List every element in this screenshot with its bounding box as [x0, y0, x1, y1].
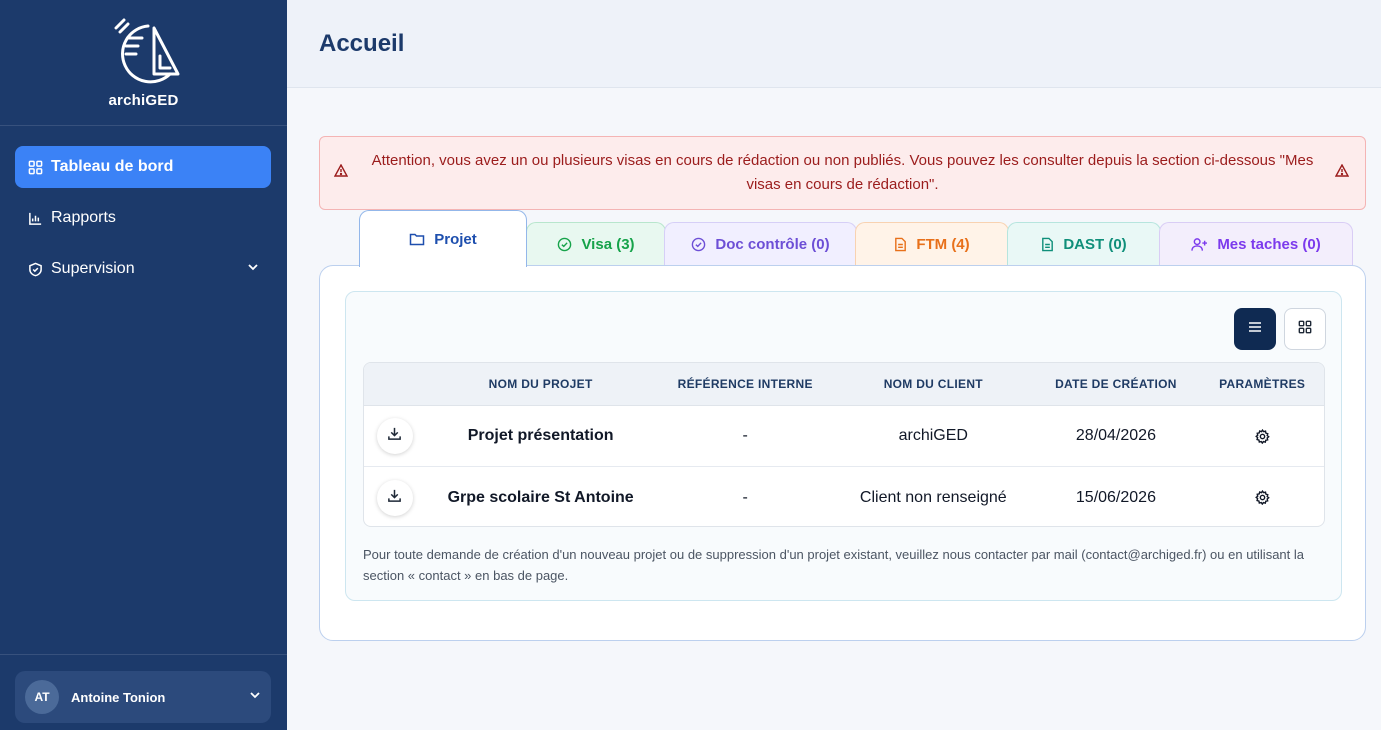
alert-message: Attention, vous avez un ou plusieurs vis…: [371, 152, 1314, 193]
header-cell: RÉFÉRENCE INTERNE: [677, 377, 813, 391]
gear-icon[interactable]: [1254, 428, 1270, 444]
avatar: AT: [25, 680, 59, 714]
tab-label: FTM (4): [916, 236, 970, 253]
creation-date: 28/04/2026: [1075, 427, 1156, 444]
table-row[interactable]: Projet présentation - archiGED 28/04/202…: [364, 406, 1324, 467]
info-note: Pour toute demande de création d'un nouv…: [363, 547, 1305, 583]
sidebar-item-tableau-de-bord[interactable]: Tableau de bord: [15, 146, 271, 188]
document-icon: [1041, 237, 1054, 252]
grid-icon: [1298, 320, 1312, 339]
creation-date: 15/06/2026: [1075, 488, 1156, 506]
chevron-down-icon: [247, 260, 259, 278]
brand-name: archiGED: [108, 92, 179, 109]
user-menu[interactable]: AT Antoine Tonion: [15, 671, 271, 723]
page-title: Accueil: [319, 30, 405, 57]
dashboard-grid-icon: [27, 159, 43, 175]
header-cell: DATE DE CRÉATION: [1055, 377, 1177, 391]
header-cell: PARAMÈTRES: [1219, 377, 1306, 391]
project-name[interactable]: Projet présentation: [426, 427, 656, 445]
shield-check-icon: [27, 261, 43, 277]
check-circle-icon: [691, 237, 706, 252]
tab-mes-taches[interactable]: Mes taches (0): [1159, 222, 1353, 266]
table-header: NOM DU PROJET RÉFÉRENCE INTERNE NOM DU C…: [364, 363, 1324, 406]
archiged-logo-icon: [114, 18, 179, 84]
sidebar-item-label: Tableau de bord: [51, 158, 174, 175]
bar-chart-icon: [27, 210, 43, 226]
download-button[interactable]: [376, 479, 413, 516]
tab-dast[interactable]: DAST (0): [1007, 222, 1161, 266]
tab-panel-projet: NOM DU PROJET RÉFÉRENCE INTERNE NOM DU C…: [319, 265, 1366, 641]
client-name: archiGED: [898, 427, 968, 444]
project-name[interactable]: Grpe scolaire St Antoine: [426, 489, 656, 507]
list-icon: [1248, 320, 1262, 338]
tab-visa[interactable]: Visa (3): [526, 222, 666, 266]
gear-icon[interactable]: [1254, 490, 1270, 505]
sidebar-item-rapports[interactable]: Rapports: [15, 197, 271, 239]
warning-icon: [333, 163, 350, 182]
header-cell: NOM DU PROJET: [488, 377, 593, 391]
sidebar-item-supervision[interactable]: Supervision: [15, 248, 271, 290]
grid-view-button[interactable]: [1284, 308, 1326, 350]
warning-icon: [1334, 163, 1351, 182]
tab-label: Projet: [434, 230, 477, 248]
client-name: Client non renseigné: [859, 488, 1007, 506]
document-icon: [894, 237, 907, 252]
tab-label: Doc contrôle (0): [715, 236, 830, 253]
warning-alert: Attention, vous avez un ou plusieurs vis…: [319, 136, 1366, 210]
sidebar-nav: Tableau de bord Rapports Supervision: [0, 126, 287, 290]
page-header: Accueil: [287, 0, 1381, 88]
check-circle-icon: [557, 237, 572, 252]
logo[interactable]: archiGED: [0, 0, 287, 126]
tab-doc-controle[interactable]: Doc contrôle (0): [664, 222, 857, 266]
chevron-down-icon: [249, 688, 261, 706]
internal-reference: -: [742, 488, 748, 506]
tab-ftm[interactable]: FTM (4): [855, 222, 1009, 266]
sidebar-item-label: Supervision: [51, 260, 135, 277]
folder-icon: [409, 232, 425, 246]
tab-label: DAST (0): [1063, 236, 1127, 253]
projects-card: NOM DU PROJET RÉFÉRENCE INTERNE NOM DU C…: [345, 291, 1342, 601]
tab-label: Visa (3): [581, 236, 635, 253]
sidebar-footer: AT Antoine Tonion: [0, 654, 287, 730]
download-icon: [387, 426, 402, 446]
download-icon: [387, 488, 402, 508]
projects-table: NOM DU PROJET RÉFÉRENCE INTERNE NOM DU C…: [363, 362, 1325, 527]
sidebar: archiGED Tableau de bord Rapports Superv…: [0, 0, 287, 730]
table-row[interactable]: Grpe scolaire St Antoine - Client non re…: [364, 467, 1324, 526]
user-plus-icon: [1191, 237, 1208, 252]
user-name: Antoine Tonion: [71, 689, 166, 705]
tab-label: Mes taches (0): [1217, 236, 1321, 253]
internal-reference: -: [742, 427, 748, 444]
tab-projet[interactable]: Projet: [359, 210, 527, 267]
header-cell: NOM DU CLIENT: [883, 377, 983, 391]
sidebar-item-label: Rapports: [51, 209, 116, 226]
download-button[interactable]: [376, 418, 413, 454]
list-view-button[interactable]: [1234, 308, 1276, 350]
